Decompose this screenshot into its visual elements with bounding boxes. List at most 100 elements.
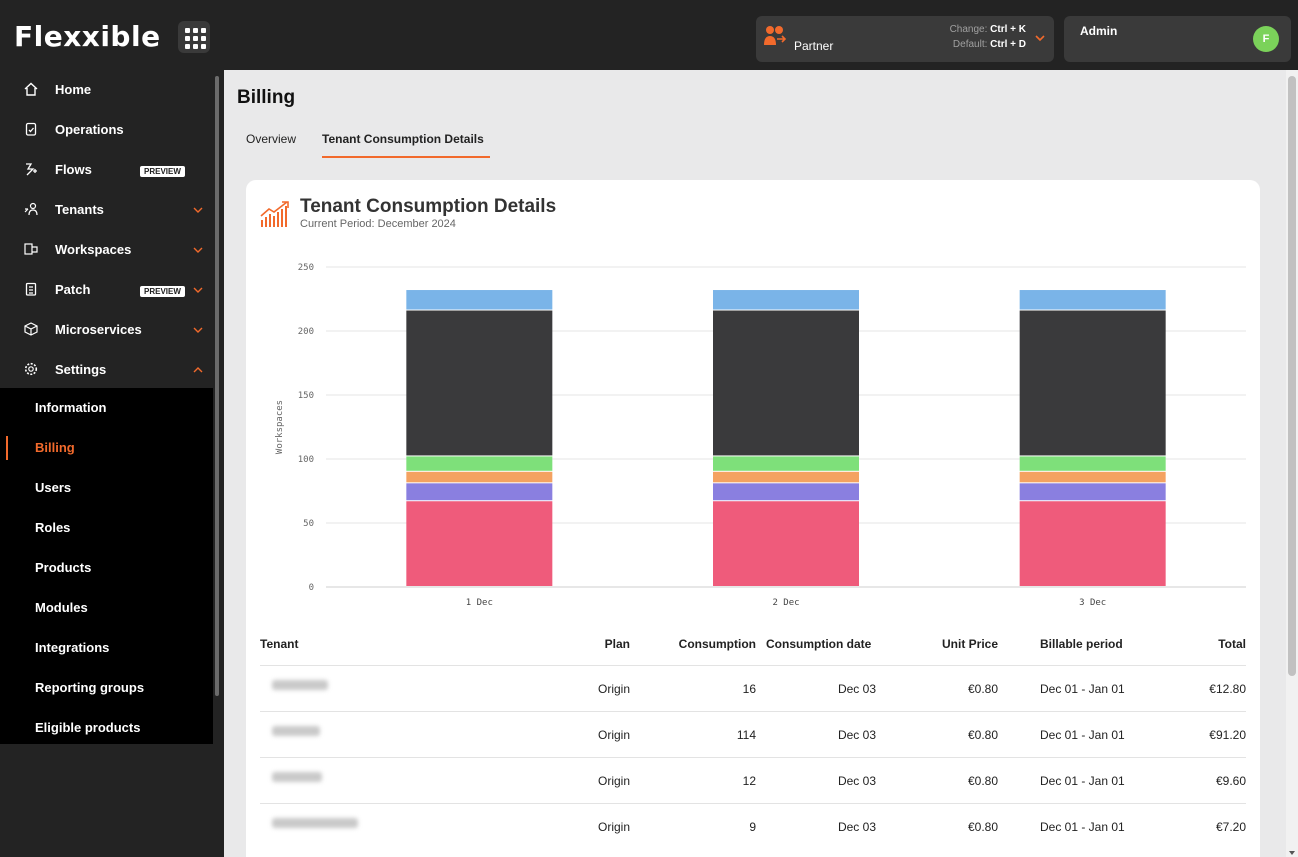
- tenant-name-redacted: [272, 726, 320, 736]
- chart-trend-icon: [260, 201, 289, 227]
- x-tick-label: 3 Dec: [1079, 598, 1106, 608]
- sidebar-item-label: Workspaces: [55, 242, 132, 257]
- sidebar: Home Operations Flows PREVIEW Tenants Wo…: [0, 70, 224, 857]
- home-icon: [24, 82, 38, 96]
- sidebar-item-eligible-products[interactable]: Eligible products: [0, 708, 213, 748]
- sidebar-item-modules[interactable]: Modules: [0, 588, 213, 628]
- sidebar-item-label: Roles: [35, 520, 71, 535]
- card-title: Tenant Consumption Details: [300, 196, 557, 217]
- page-scrollbar[interactable]: [1286, 70, 1298, 857]
- cell-plan: Origin: [597, 682, 630, 696]
- workspaces-icon: [24, 243, 38, 255]
- sidebar-item-label: Users: [35, 480, 72, 495]
- table-row[interactable]: Origin 12 Dec 03 €0.80 Dec 01 - Jan 01 €…: [260, 757, 1246, 803]
- bar-segment: [713, 290, 859, 310]
- sidebar-item-label: Eligible products: [35, 720, 141, 735]
- sidebar-item-roles[interactable]: Roles: [0, 508, 213, 548]
- sidebar-item-flows[interactable]: Flows PREVIEW: [0, 150, 213, 190]
- sidebar-item-label: Products: [35, 560, 92, 575]
- flexxible-logo[interactable]: Flexxible: [14, 20, 161, 53]
- table-row[interactable]: Origin 114 Dec 03 €0.80 Dec 01 - Jan 01 …: [260, 711, 1246, 757]
- cell-consumption-date: Dec 03: [837, 728, 876, 742]
- chevron-down-icon: [193, 327, 203, 333]
- sidebar-item-products[interactable]: Products: [0, 548, 213, 588]
- consumption-card: Tenant Consumption Details Current Perio…: [246, 180, 1260, 857]
- cell-unit-price: €0.80: [967, 820, 998, 834]
- bar-segment: [713, 310, 859, 456]
- cell-plan: Origin: [597, 728, 630, 742]
- bar-segment: [406, 310, 553, 456]
- table-row[interactable]: Origin 9 Dec 03 €0.80 Dec 01 - Jan 01 €7…: [260, 803, 1246, 849]
- user-menu[interactable]: Admin F: [1064, 16, 1291, 62]
- bar-segment: [713, 483, 859, 501]
- sidebar-item-label: Modules: [35, 600, 88, 615]
- sidebar-item-integrations[interactable]: Integrations: [0, 628, 213, 668]
- sidebar-item-label: Settings: [55, 362, 107, 377]
- bar-segment: [1019, 290, 1166, 310]
- chevron-down-icon: [193, 207, 203, 213]
- cell-unit-price: €0.80: [967, 682, 998, 696]
- sidebar-item-settings[interactable]: Settings: [0, 350, 213, 390]
- bar-segment: [1019, 483, 1166, 501]
- sidebar-item-label: Home: [55, 82, 92, 97]
- cell-consumption-date: Dec 03: [837, 682, 876, 696]
- sidebar-item-workspaces[interactable]: Workspaces: [0, 230, 213, 270]
- column-header-tenant: Tenant: [260, 637, 299, 651]
- stacked-bar-chart: 0 50 100 150 200 250 Workspaces 1 Dec 2 Dec 3 Dec: [275, 263, 1246, 608]
- bar-segment: [713, 471, 859, 483]
- page-title: Billing: [237, 87, 296, 108]
- cell-consumption-date: Dec 03: [837, 774, 876, 788]
- sidebar-item-microservices[interactable]: Microservices: [0, 310, 213, 350]
- cube-icon: [24, 322, 38, 336]
- table-row[interactable]: Origin 16 Dec 03 €0.80 Dec 01 - Jan 01 €…: [260, 665, 1246, 711]
- apps-grid-button[interactable]: [178, 21, 210, 53]
- tab-tenant-consumption-details[interactable]: Tenant Consumption Details: [322, 132, 484, 146]
- partner-icon: [764, 26, 787, 45]
- sidebar-scrollbar[interactable]: [215, 76, 219, 696]
- scroll-down-arrow[interactable]: [1289, 851, 1295, 855]
- cell-unit-price: €0.80: [967, 728, 998, 742]
- bar-segment: [1019, 310, 1166, 456]
- bar-segment: [1019, 456, 1166, 471]
- cell-total: €7.20: [1215, 820, 1246, 834]
- card-subtitle: Current Period: December 2024: [300, 218, 456, 230]
- sidebar-item-label: Integrations: [35, 640, 110, 655]
- chevron-down-icon: [193, 287, 203, 293]
- cell-billable-period: Dec 01 - Jan 01: [1040, 728, 1125, 742]
- cell-consumption-date: Dec 03: [837, 820, 876, 834]
- bar-segment: [406, 501, 553, 586]
- x-tick-label: 2 Dec: [772, 598, 799, 608]
- avatar[interactable]: F: [1253, 26, 1279, 52]
- sidebar-item-billing[interactable]: Billing: [0, 428, 213, 468]
- sidebar-item-operations[interactable]: Operations: [0, 110, 213, 150]
- sidebar-item-home[interactable]: Home: [0, 70, 213, 110]
- cell-billable-period: Dec 01 - Jan 01: [1040, 820, 1125, 834]
- cell-total: €91.20: [1209, 728, 1246, 742]
- bar-segment: [1019, 471, 1166, 483]
- sidebar-item-reporting-groups[interactable]: Reporting groups: [0, 668, 213, 708]
- cell-billable-period: Dec 01 - Jan 01: [1040, 682, 1125, 696]
- sidebar-item-label: Reporting groups: [35, 680, 145, 695]
- sidebar-item-label: Operations: [55, 122, 124, 137]
- sidebar-item-patch[interactable]: Patch PREVIEW: [0, 270, 213, 310]
- active-tab-indicator: [322, 156, 490, 158]
- main-content: Billing Overview Tenant Consumption Deta…: [224, 70, 1284, 857]
- tab-overview[interactable]: Overview: [246, 132, 296, 146]
- column-header-total: Total: [1218, 637, 1246, 651]
- cell-consumption: 114: [736, 728, 756, 742]
- flows-icon: [26, 163, 37, 176]
- cell-plan: Origin: [597, 774, 630, 788]
- chevron-down-icon: [1035, 35, 1045, 42]
- bar-segment: [406, 290, 553, 310]
- sidebar-item-information[interactable]: Information: [0, 388, 213, 428]
- sidebar-item-users[interactable]: Users: [0, 468, 213, 508]
- sidebar-item-label: Tenants: [55, 202, 104, 217]
- partner-switcher[interactable]: Partner Change: Ctrl + K Default: Ctrl +…: [756, 16, 1054, 62]
- y-tick-label: 100: [298, 455, 314, 465]
- scrollbar-thumb[interactable]: [1288, 76, 1296, 676]
- bar-segment: [406, 456, 553, 471]
- column-header-unit-price: Unit Price: [941, 637, 998, 651]
- x-tick-label: 1 Dec: [466, 598, 493, 608]
- sidebar-item-label: Flows: [55, 162, 92, 177]
- sidebar-item-tenants[interactable]: Tenants: [0, 190, 213, 230]
